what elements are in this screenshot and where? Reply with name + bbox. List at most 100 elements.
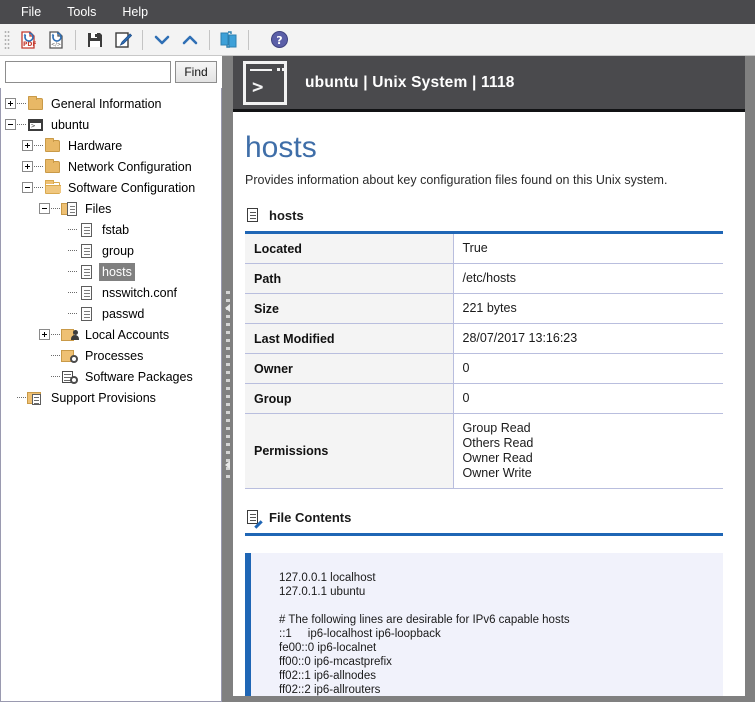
svg-text:</>: </> — [51, 42, 61, 48]
export-html-icon: </> — [49, 30, 63, 49]
tree-item-nsswitch-conf[interactable]: nsswitch.conf — [5, 282, 221, 303]
tree-item-ubuntu[interactable]: ubuntu — [5, 114, 221, 135]
detail-value-text: True — [462, 241, 488, 255]
tree-expand-toggle[interactable] — [22, 140, 33, 151]
toolbar-separator — [75, 29, 76, 50]
tree-item-support-provisions[interactable]: Support Provisions — [5, 387, 221, 408]
tree-expand-toggle[interactable] — [39, 329, 50, 340]
tree-connector — [68, 292, 77, 293]
details-section-title: hosts — [269, 208, 304, 223]
tree-item-label: ubuntu — [51, 117, 90, 132]
page-header-title: ubuntu | Unix System | 1118 — [305, 73, 515, 91]
export-pdf-button[interactable]: PDF — [14, 27, 42, 53]
save-icon — [88, 32, 102, 47]
tree-item-network-configuration[interactable]: Network Configuration — [5, 156, 221, 177]
svg-text:PDF: PDF — [23, 41, 36, 48]
tree-connector — [17, 124, 26, 125]
details-table: Located True Path/etc/hosts Size 221 bytes La… — [245, 234, 723, 489]
tree-item-label: Support Provisions — [51, 390, 156, 405]
edit-note-button[interactable] — [109, 27, 137, 53]
folder-icon — [27, 95, 44, 112]
tree-item-fstab[interactable]: fstab — [5, 219, 221, 240]
tree-connector — [68, 313, 77, 314]
table-row: Permissions Group Read Others Read Owner … — [245, 413, 723, 489]
chevron-down-icon — [154, 35, 170, 44]
tree-connector — [51, 355, 60, 356]
tree-connector — [34, 145, 43, 146]
file-contents-section-title: File Contents — [269, 510, 352, 525]
collapse-up-button[interactable] — [176, 27, 204, 53]
detail-value: 0 — [453, 383, 723, 414]
splitter-collapse-arrow-icon[interactable] — [225, 304, 230, 312]
tree-collapse-toggle[interactable] — [22, 182, 33, 193]
tree-item-hosts[interactable]: hosts — [5, 261, 221, 282]
tree-item-processes[interactable]: Processes — [5, 345, 221, 366]
help-icon: ? — [270, 31, 288, 48]
menu-help[interactable]: Help — [109, 1, 161, 23]
detail-value-text: /etc/hosts — [462, 271, 517, 285]
detail-value: /etc/hosts — [453, 263, 723, 294]
folder-icon — [44, 158, 61, 175]
file-icon — [78, 264, 95, 280]
tree-item-software-configuration[interactable]: Software Configuration — [5, 177, 221, 198]
detail-value: 221 bytes — [453, 293, 723, 324]
tree-item-files[interactable]: Files — [5, 198, 221, 219]
table-row: Path/etc/hosts — [245, 263, 723, 294]
compare-icon — [220, 30, 237, 48]
help-button[interactable]: ? — [265, 27, 293, 53]
find-row: Find — [5, 61, 217, 83]
menu-tools[interactable]: Tools — [54, 1, 109, 23]
tree-item-software-packages[interactable]: Software Packages — [5, 366, 221, 387]
table-row: Group 0 — [245, 383, 723, 414]
tree-item-label: group — [102, 243, 134, 258]
detail-key: Last Modified — [245, 323, 454, 354]
find-button[interactable]: Find — [175, 61, 217, 83]
expand-down-button[interactable] — [148, 27, 176, 53]
tree-connector — [34, 166, 43, 167]
file-icon — [78, 243, 95, 259]
tree-item-label: Software Configuration — [68, 180, 196, 195]
tree-item-label: Network Configuration — [68, 159, 192, 174]
search-input[interactable] — [5, 61, 171, 83]
tree-item-label: Local Accounts — [85, 327, 170, 342]
document-icon — [245, 207, 261, 224]
tree-item-label: nsswitch.conf — [102, 285, 178, 300]
splitter-grip[interactable] — [226, 291, 230, 481]
toolbar-separator — [248, 29, 249, 50]
file-contents-icon — [245, 509, 263, 529]
folder-open-icon — [44, 179, 61, 196]
tree-item-local-accounts[interactable]: Local Accounts — [5, 324, 221, 345]
chevron-up-icon — [182, 35, 198, 44]
panel-splitter[interactable] — [224, 56, 232, 702]
detail-value: True — [453, 234, 723, 264]
page-header: > ubuntu | Unix System | 1118 — [233, 56, 745, 112]
file-icon — [78, 222, 95, 238]
splitter-expand-arrow-icon[interactable] — [225, 461, 230, 469]
table-row: Size 221 bytes — [245, 293, 723, 324]
tree-item-group[interactable]: group — [5, 240, 221, 261]
tree-expand-toggle[interactable] — [22, 161, 33, 172]
file-icon — [78, 285, 95, 301]
file-contents-text: 127.0.0.1 localhost 127.0.1.1 ubuntu # T… — [245, 553, 723, 696]
tree-item-label: fstab — [102, 222, 130, 237]
tree-item-general-information[interactable]: General Information — [5, 93, 221, 114]
detail-key: Size — [245, 293, 454, 324]
tree-item-hardware[interactable]: Hardware — [5, 135, 221, 156]
tree-container[interactable]: General Information ubuntu Hardware Network… — [0, 88, 222, 702]
tree-item-passwd[interactable]: passwd — [5, 303, 221, 324]
table-row: Owner 0 — [245, 353, 723, 384]
menu-file[interactable]: File — [8, 1, 54, 23]
tree-collapse-toggle[interactable] — [5, 119, 16, 130]
save-button[interactable] — [81, 27, 109, 53]
toolbar: PDF </> ? — [0, 24, 755, 56]
export-html-button[interactable]: </> — [42, 27, 70, 53]
folder-icon — [44, 137, 61, 154]
export-pdf-icon: PDF — [21, 30, 36, 49]
main-split-area: Find General Information ubuntu Hardware Ne… — [0, 56, 755, 702]
tree-item-label: hosts — [99, 262, 135, 281]
compare-button[interactable] — [215, 27, 243, 53]
tree-collapse-toggle[interactable] — [39, 203, 50, 214]
toolbar-grip[interactable] — [4, 29, 10, 50]
tree-expand-toggle[interactable] — [5, 98, 16, 109]
detail-value-text: 0 — [462, 361, 470, 375]
